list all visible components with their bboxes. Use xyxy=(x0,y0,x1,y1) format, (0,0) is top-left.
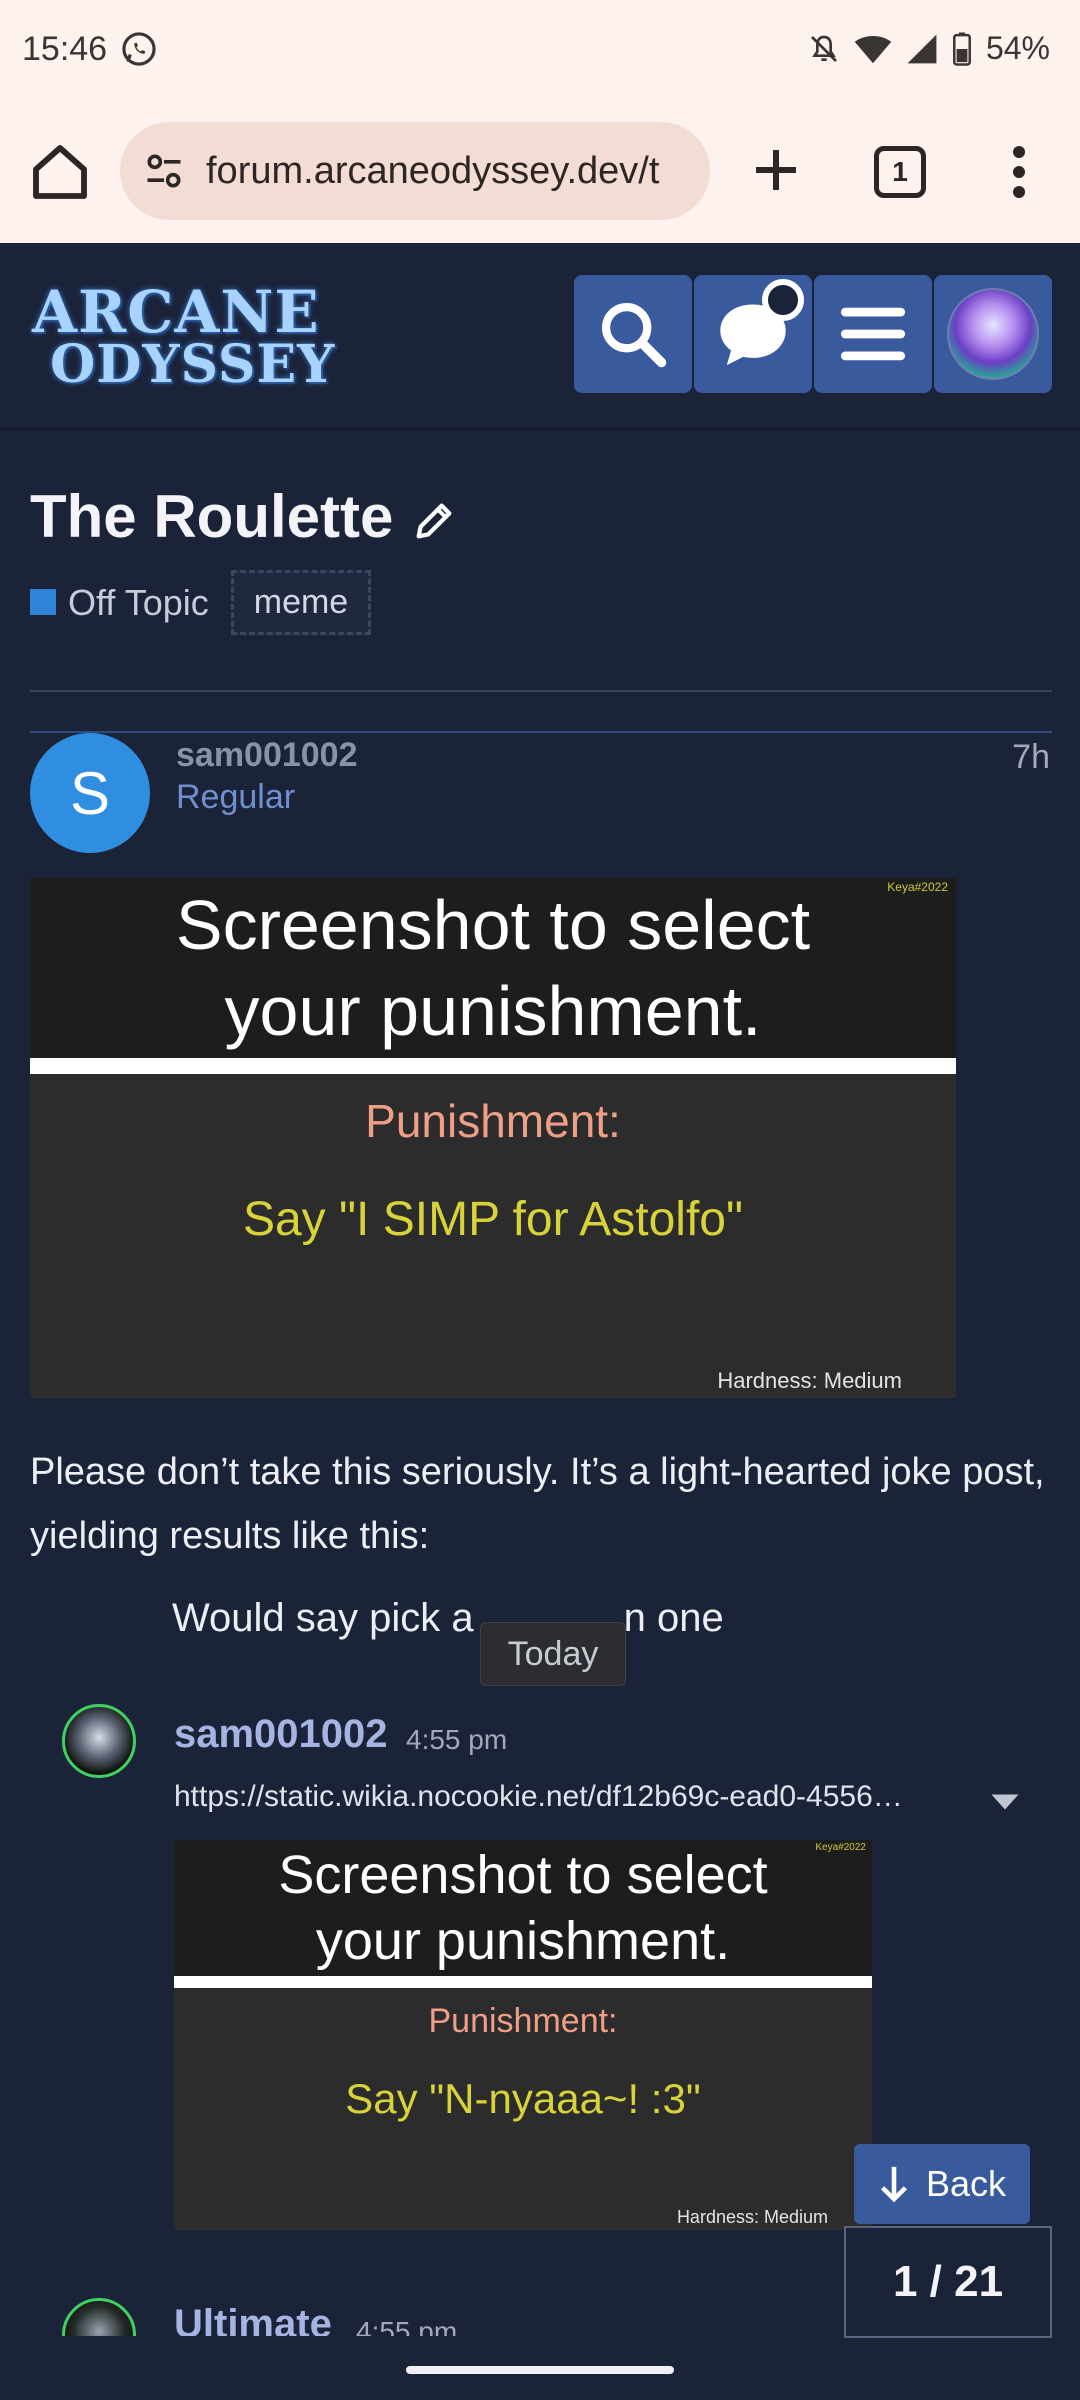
onebox-link[interactable]: https://static.wikia.nocookie.net/df12b6… xyxy=(174,1780,964,1814)
image-header-line-1: Screenshot to select xyxy=(175,886,811,964)
url-text[interactable]: forum.arcaneodyssey.dev/t xyxy=(206,150,659,193)
punishment-text: Say "I SIMP for Astolfo" xyxy=(242,1193,744,1246)
logo-line-2: ODYSSEY xyxy=(50,334,336,396)
new-tab-icon[interactable] xyxy=(746,140,806,200)
site-logo[interactable]: ARCANE ODYSSEY xyxy=(32,278,336,396)
gesture-handle[interactable] xyxy=(406,2366,674,2374)
quoted-text: Would say pick a n one xyxy=(172,1596,724,1641)
date-tooltip: Today xyxy=(480,1622,626,1686)
chevron-down-icon[interactable] xyxy=(990,1792,1020,1812)
forum-header: ARCANE ODYSSEY xyxy=(0,243,1080,431)
mute-icon xyxy=(811,35,837,62)
status-time: 15:46 xyxy=(22,30,108,68)
quoted-text-end: n one xyxy=(623,1596,724,1640)
image-header: Screenshot to select your punishment. xyxy=(174,1840,872,1976)
edit-pencil-icon[interactable] xyxy=(411,498,457,544)
more-menu-icon[interactable] xyxy=(1002,142,1036,202)
logo-line-1: ARCANE xyxy=(32,278,320,346)
image-separator xyxy=(30,1058,956,1074)
notification-dot xyxy=(762,279,804,321)
tab-switcher-button[interactable]: 1 xyxy=(874,146,926,198)
battery-icon xyxy=(952,31,971,66)
image-header-line-2: your punishment. xyxy=(224,972,762,1050)
signal-icon xyxy=(907,34,937,63)
divider xyxy=(30,690,1052,692)
onebox-username[interactable]: sam001002 xyxy=(174,1712,388,1757)
page-title: The Roulette xyxy=(30,483,394,550)
chat-button[interactable] xyxy=(694,275,812,393)
user-title: Regular xyxy=(176,778,296,816)
whatsapp-icon xyxy=(122,32,156,66)
address-bar[interactable]: forum.arcaneodyssey.dev/t xyxy=(120,122,710,220)
post-username[interactable]: sam001002 xyxy=(176,736,358,775)
category-color-square xyxy=(30,588,56,615)
tag-meme[interactable]: meme xyxy=(230,570,372,635)
search-icon xyxy=(601,302,667,368)
avatar xyxy=(947,288,1039,380)
back-button[interactable]: Back xyxy=(854,2144,1030,2224)
post-progress-indicator[interactable]: 1 / 21 xyxy=(844,2226,1052,2338)
image-watermark: Keya#2022 xyxy=(887,880,948,894)
image-header-line-1: Screenshot to select xyxy=(278,1845,768,1905)
avatar-letter: S xyxy=(69,759,111,827)
post-body: Please don’t take this seriously. It’s a… xyxy=(30,1451,1045,1557)
arrow-down-icon xyxy=(880,2166,907,2203)
image-header-line-2: your punishment. xyxy=(315,1911,731,1971)
site-settings-icon[interactable] xyxy=(142,149,186,193)
status-icons: 54% xyxy=(808,30,1050,67)
onebox-time: 4:55 pm xyxy=(406,1724,508,1755)
hardness-label: Hardness: Medium xyxy=(717,1368,902,1393)
category-name: Off Topic xyxy=(68,581,209,623)
home-icon[interactable] xyxy=(28,140,92,204)
image-watermark: Keya#2022 xyxy=(815,1842,866,1853)
browser-toolbar: forum.arcaneodyssey.dev/t 1 xyxy=(0,100,1080,243)
status-bar: 15:46 54% xyxy=(0,0,1080,100)
wifi-icon xyxy=(854,35,892,63)
topic-meta: Off Topic meme xyxy=(30,570,372,635)
post-avatar[interactable]: S xyxy=(30,733,150,853)
battery-level: 54% xyxy=(985,30,1050,66)
image-header: Screenshot to select your punishment. xyxy=(30,878,956,1058)
onebox-avatar[interactable] xyxy=(62,1704,136,1778)
punishment-text: Say "N-nyaaa~! :3" xyxy=(345,2075,701,2122)
back-label: Back xyxy=(925,2163,1007,2204)
topic-title-row: The Roulette xyxy=(30,482,457,551)
post-divider xyxy=(30,731,1052,733)
image-separator xyxy=(174,1976,872,1988)
post-image[interactable]: Keya#2022 Screenshot to select your puni… xyxy=(30,878,956,1398)
progress-text: 1 / 21 xyxy=(892,2257,1004,2306)
hamburger-icon xyxy=(840,307,906,361)
user-menu-button[interactable] xyxy=(934,275,1052,393)
punishment-label: Punishment: xyxy=(428,2002,618,2040)
hardness-label: Hardness: Medium xyxy=(676,2207,828,2227)
search-button[interactable] xyxy=(574,275,692,393)
category-badge[interactable]: Off Topic xyxy=(30,582,209,624)
punishment-label: Punishment: xyxy=(365,1095,621,1147)
tab-count: 1 xyxy=(892,156,908,187)
hamburger-menu-button[interactable] xyxy=(814,275,932,393)
onebox-image[interactable]: Keya#2022 Screenshot to select your puni… xyxy=(174,1840,872,2230)
quoted-text-start: Would say pick a xyxy=(172,1596,474,1640)
post-time[interactable]: 7h xyxy=(1012,738,1050,777)
